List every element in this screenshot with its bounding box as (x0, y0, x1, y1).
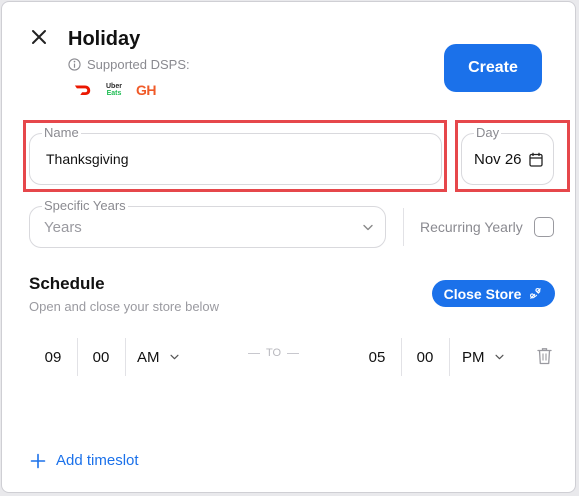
add-timeslot-label: Add timeslot (56, 452, 139, 469)
supported-dsps: Supported DSPS: (68, 57, 190, 72)
name-field[interactable]: Name Thanksgiving (29, 125, 442, 185)
specific-years-value: Years (44, 218, 82, 236)
end-ampm-value: PM (462, 348, 485, 366)
schedule-title: Schedule (29, 274, 105, 293)
ubereats-logo-top: Uber (106, 83, 122, 90)
start-ampm-value: AM (137, 348, 160, 366)
recurring-yearly-checkbox[interactable] (534, 217, 554, 237)
to-line-right (287, 352, 300, 354)
grubhub-logo: GH (135, 82, 157, 98)
supported-dsps-label: Supported DSPS: (87, 57, 190, 72)
close-store-button[interactable]: Close Store (432, 280, 555, 307)
add-timeslot-button[interactable]: Add timeslot (30, 452, 139, 469)
create-button[interactable]: Create (444, 44, 542, 92)
holiday-dialog: Holiday Supported DSPS: Uber Eats GH Cre… (1, 1, 576, 493)
specific-years-select[interactable]: Specific Years Years (29, 198, 386, 248)
recurring-yearly-label: Recurring Yearly (420, 219, 523, 235)
day-field-value: Nov 26 (474, 150, 522, 168)
unplug-icon (530, 287, 542, 299)
end-ampm-select[interactable]: PM (462, 338, 522, 376)
to-line-left (248, 352, 260, 354)
start-minute-input[interactable]: 00 (78, 338, 124, 376)
end-hour-input[interactable]: 05 (354, 338, 400, 376)
chevron-down-icon (169, 354, 179, 360)
plus-icon (30, 453, 46, 468)
time-divider (125, 338, 126, 376)
time-divider (449, 338, 450, 376)
to-separator: TO (248, 347, 300, 359)
chevron-down-icon (363, 224, 373, 230)
info-icon (68, 58, 81, 71)
doordash-logo-icon (74, 85, 91, 95)
close-store-label: Close Store (443, 285, 522, 302)
ubereats-logo: Uber Eats (106, 83, 122, 97)
ubereats-logo-bottom: Eats (106, 90, 122, 97)
divider (403, 208, 404, 246)
end-minute-input[interactable]: 00 (402, 338, 448, 376)
trash-icon[interactable] (537, 347, 552, 365)
name-field-value: Thanksgiving (46, 151, 129, 167)
chevron-down-icon (494, 354, 504, 360)
close-icon[interactable] (28, 26, 50, 48)
dsp-logos: Uber Eats GH (74, 82, 156, 98)
start-hour-input[interactable]: 09 (30, 338, 76, 376)
start-ampm-select[interactable]: AM (137, 338, 197, 376)
calendar-icon[interactable] (529, 152, 543, 167)
schedule-subtitle: Open and close your store below (29, 299, 220, 314)
dialog-title: Holiday (68, 28, 141, 50)
to-label: TO (266, 347, 282, 359)
day-field[interactable]: Day Nov 26 (461, 125, 554, 185)
